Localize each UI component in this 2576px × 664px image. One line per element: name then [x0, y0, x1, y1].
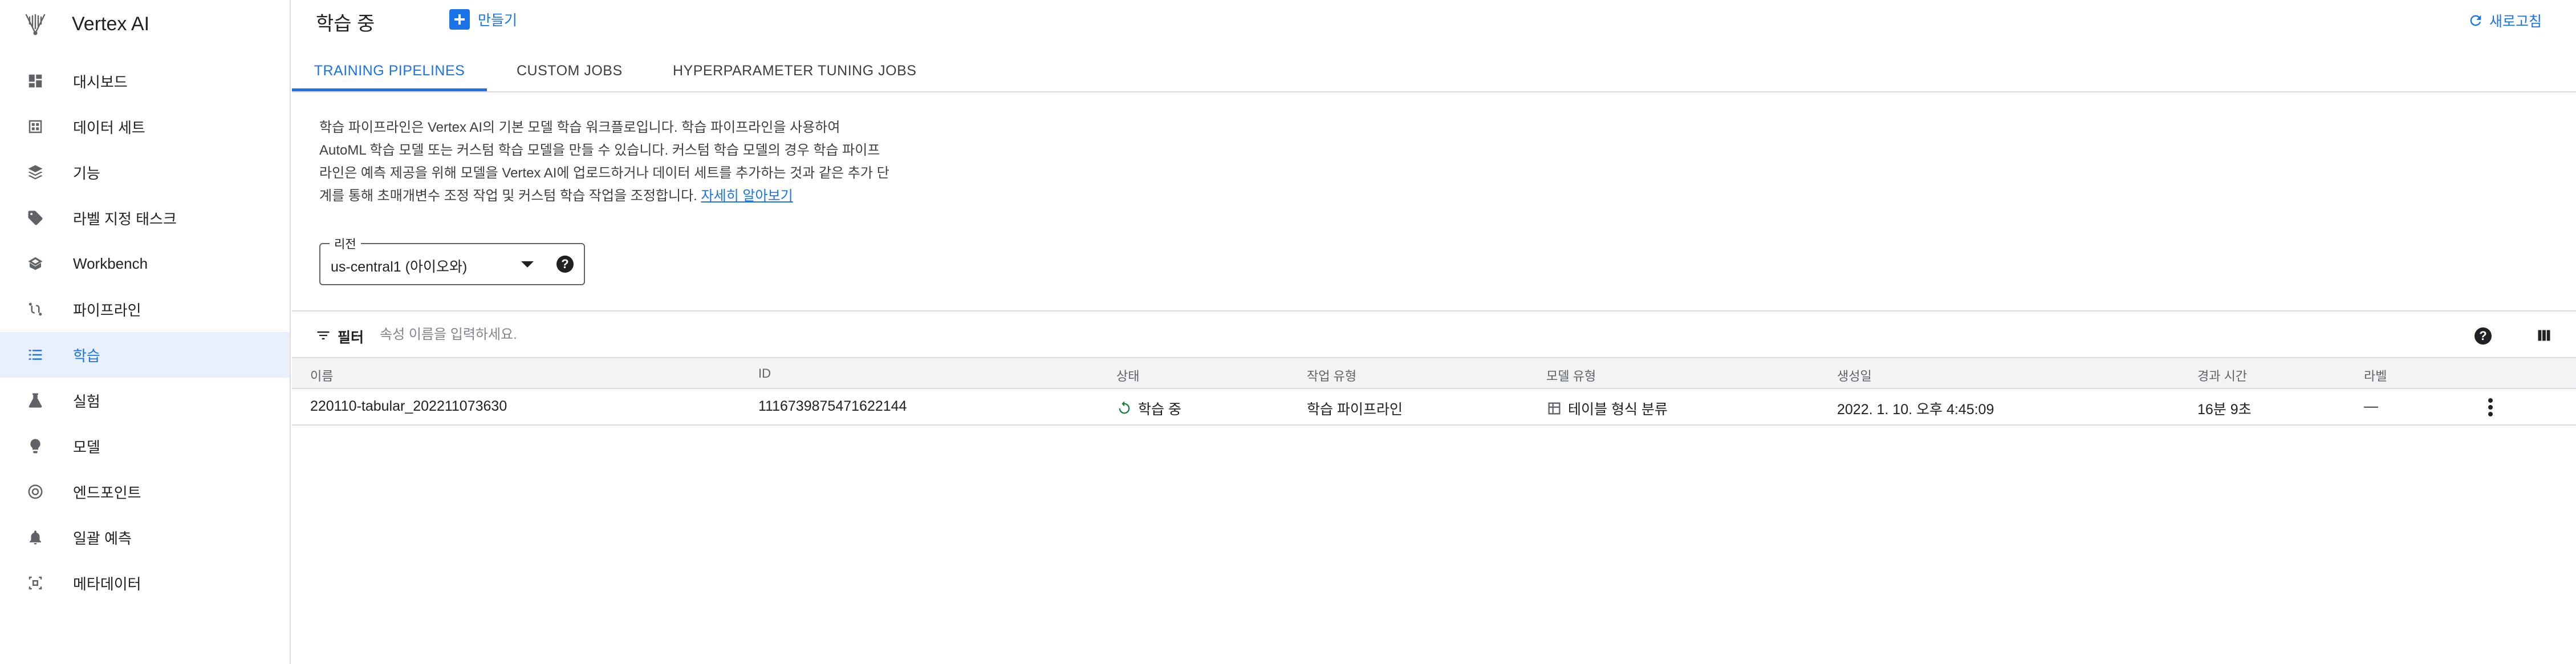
row-labels: — — [2364, 398, 2378, 414]
region-select[interactable]: 리전 us-central1 (아이오와) ? — [319, 235, 585, 285]
running-status-icon — [1119, 401, 1130, 414]
dataset-icon — [25, 116, 46, 137]
description-line: 계를 통해 초매개변수 조정 작업 및 커스텀 학습 작업을 조정합니다. 자세… — [319, 185, 924, 208]
more-actions-icon[interactable] — [2485, 396, 2496, 419]
layers-icon — [25, 162, 46, 183]
list-icon — [25, 345, 46, 365]
sidebar-item-label: 기능 — [73, 164, 100, 182]
sidebar-item-label: 파이프라인 — [73, 301, 141, 319]
model-type-text: 테이블 형식 분류 — [1568, 402, 1668, 418]
add-icon — [449, 9, 470, 30]
sidebar-item-label: 메타데이터 — [73, 575, 141, 593]
description-text: 계를 통해 초매개변수 조정 작업 및 커스텀 학습 작업을 조정합니다. — [319, 188, 701, 204]
sidebar-item-dashboard[interactable]: 대시보드 — [0, 58, 290, 104]
tab-label: CUSTOM JOBS — [517, 62, 623, 79]
tab-label: HYPERPARAMETER TUNING JOBS — [673, 62, 917, 79]
sidebar-item-batch-predictions[interactable]: 일괄 예측 — [0, 515, 290, 560]
row-status: 학습 중 — [1116, 398, 1181, 419]
metadata-icon — [25, 573, 46, 593]
sidebar-item-label: 실험 — [73, 392, 100, 410]
sidebar-item-training[interactable]: 학습 — [0, 332, 290, 378]
tab-bar: TRAINING PIPELINES CUSTOM JOBS HYPERPARA… — [292, 50, 2576, 92]
filter-bar: 필터 ? — [292, 310, 2576, 358]
filter-icon[interactable] — [315, 327, 332, 343]
row-name-link[interactable]: 220110-tabular_202211073630 — [310, 398, 507, 415]
sidebar-item-label: Workbench — [73, 254, 148, 272]
sidebar-item-label: 모델 — [73, 438, 100, 456]
main-content: 학습 중 만들기 새로고침 TRAINING PIPELINES CUSTOM … — [292, 0, 2576, 664]
pipeline-icon — [25, 299, 46, 319]
sidebar-item-label: 학습 — [73, 347, 100, 365]
row-job-type: 학습 파이프라인 — [1307, 402, 1403, 418]
column-header-id[interactable]: ID — [758, 366, 771, 381]
column-header-model-type[interactable]: 모델 유형 — [1546, 366, 1596, 384]
sidebar-item-metadata[interactable]: 메타데이터 — [0, 560, 290, 606]
refresh-button-label: 새로고침 — [2489, 14, 2542, 30]
sidebar-item-pipelines[interactable]: 파이프라인 — [0, 286, 290, 332]
description-line: 라인은 예측 제공을 위해 모델을 Vertex AI에 업로드하거나 데이터 … — [319, 165, 889, 181]
sidebar-item-label: 라벨 지정 태스크 — [73, 210, 177, 228]
bell-icon — [25, 527, 46, 548]
app-name: Vertex AI — [72, 13, 150, 35]
row-elapsed: 16분 9초 — [2197, 402, 2252, 418]
workbench-icon — [25, 253, 46, 274]
help-icon[interactable]: ? — [556, 256, 574, 273]
table-header: 이름 ID 상태 작업 유형 모델 유형 생성일 경과 시간 라벨 — [292, 357, 2576, 389]
column-header-created[interactable]: 생성일 — [1837, 366, 1872, 384]
status-text: 학습 중 — [1138, 402, 1181, 418]
sidebar-item-workbench[interactable]: Workbench — [0, 241, 290, 286]
sidebar-item-labeling-tasks[interactable]: 라벨 지정 태스크 — [0, 195, 290, 241]
brand[interactable]: Vertex AI — [23, 8, 149, 40]
learn-more-link[interactable]: 자세히 알아보기 — [701, 188, 793, 204]
table-icon — [1548, 402, 1561, 415]
tag-icon — [25, 208, 46, 228]
sidebar-item-label: 일괄 예측 — [73, 529, 132, 547]
target-icon — [25, 481, 46, 502]
filter-label: 필터 — [338, 330, 364, 346]
tab-training-pipelines[interactable]: TRAINING PIPELINES — [292, 50, 487, 91]
row-id: 1116739875471622144 — [758, 398, 907, 414]
description-line: 학습 파이프라인은 Vertex AI의 기본 모델 학습 워크플로입니다. 학… — [319, 120, 840, 135]
sidebar-item-features[interactable]: 기능 — [0, 149, 290, 195]
sidebar-item-label: 엔드포인트 — [73, 484, 141, 501]
row-created: 2022. 1. 10. 오후 4:45:09 — [1837, 402, 1994, 418]
dashboard-icon — [25, 71, 46, 91]
page-title: 학습 중 — [316, 13, 375, 35]
refresh-icon — [2470, 15, 2481, 26]
table-row[interactable]: 220110-tabular_202211073630 111673987547… — [292, 389, 2576, 426]
column-header-labels[interactable]: 라벨 — [2364, 366, 2387, 384]
column-display-icon[interactable] — [2536, 327, 2552, 343]
sidebar-item-experiments[interactable]: 실험 — [0, 378, 290, 423]
column-header-status[interactable]: 상태 — [1116, 366, 1139, 384]
page-description: 학습 파이프라인은 Vertex AI의 기본 모델 학습 워크플로입니다. 학… — [319, 116, 924, 208]
sidebar-item-datasets[interactable]: 데이터 세트 — [0, 104, 290, 149]
refresh-button[interactable]: 새로고침 — [2468, 10, 2542, 31]
create-button[interactable]: 만들기 — [449, 9, 517, 30]
sidebar-item-label: 데이터 세트 — [73, 119, 145, 136]
sidebar: Vertex AI 대시보드 데이터 세트 기능 라벨 지정 태스크 Workb… — [0, 0, 291, 664]
filter-input[interactable] — [379, 323, 894, 347]
tab-custom-jobs[interactable]: CUSTOM JOBS — [517, 50, 623, 91]
description-line: AutoML 학습 모델 또는 커스텀 학습 모델을 만들 수 있습니다. 커스… — [319, 143, 880, 158]
region-label: 리전 — [330, 235, 361, 252]
column-header-name[interactable]: 이름 — [310, 366, 333, 384]
region-value: us-central1 (아이오와) — [331, 259, 468, 275]
sidebar-item-models[interactable]: 모델 — [0, 423, 290, 469]
table-help-icon[interactable]: ? — [2475, 327, 2492, 345]
tab-hyperparameter-tuning-jobs[interactable]: HYPERPARAMETER TUNING JOBS — [673, 50, 916, 91]
row-model-type: 테이블 형식 분류 — [1546, 398, 1668, 419]
sidebar-item-label: 대시보드 — [73, 73, 128, 91]
flask-icon — [25, 390, 46, 411]
lightbulb-icon — [25, 436, 46, 456]
create-button-label: 만들기 — [478, 13, 518, 29]
vertex-ai-logo-icon — [25, 14, 46, 35]
column-header-job-type[interactable]: 작업 유형 — [1307, 366, 1356, 384]
tab-label: TRAINING PIPELINES — [314, 62, 465, 79]
column-header-elapsed[interactable]: 경과 시간 — [2197, 366, 2247, 384]
sidebar-item-endpoints[interactable]: 엔드포인트 — [0, 469, 290, 515]
dropdown-arrow-icon[interactable] — [521, 261, 534, 268]
